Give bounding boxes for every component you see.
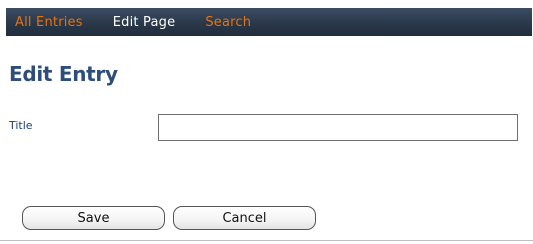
nav-all-entries-link[interactable]: All Entries [15, 15, 83, 30]
page-title: Edit Entry [9, 62, 118, 86]
title-field-label: Title [9, 119, 33, 132]
nav-edit-page-link[interactable]: Edit Page [113, 15, 176, 30]
top-nav-bar: All Entries Edit Page Search [6, 8, 532, 36]
save-button[interactable]: Save [22, 206, 165, 230]
cancel-button[interactable]: Cancel [173, 206, 316, 230]
nav-search-link[interactable]: Search [205, 15, 251, 30]
title-input[interactable] [158, 114, 518, 141]
bottom-divider [0, 240, 533, 241]
